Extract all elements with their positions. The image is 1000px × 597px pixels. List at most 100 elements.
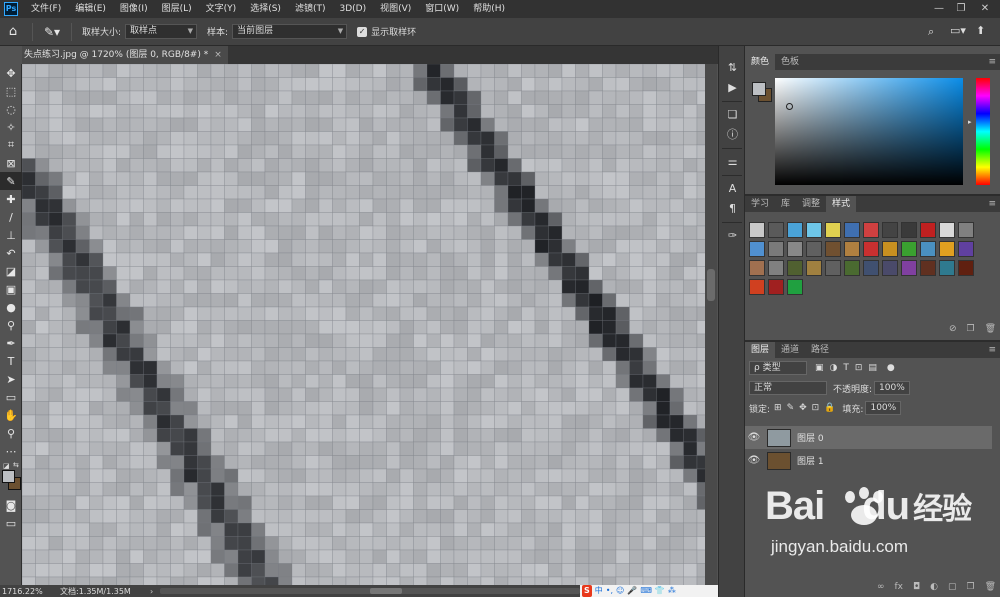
tab-color[interactable]: 颜色: [745, 54, 776, 70]
tab-libraries[interactable]: 库: [775, 196, 796, 212]
clear-style-icon[interactable]: ⊘: [949, 324, 957, 334]
tab-channels[interactable]: 通道: [775, 342, 805, 358]
filter-type-icons[interactable]: ▣◑T⊡▤: [815, 363, 883, 373]
zoom-level[interactable]: 1716.22%: [2, 587, 52, 596]
tab-layers[interactable]: 图层: [745, 342, 776, 358]
delete-style-icon[interactable]: 🗑: [985, 324, 996, 334]
style-swatch[interactable]: [863, 222, 879, 238]
style-swatch[interactable]: [901, 241, 917, 257]
add-mask-icon[interactable]: ◘: [913, 582, 920, 592]
layer-style-icon[interactable]: fx: [894, 582, 903, 592]
new-style-icon[interactable]: ❐: [966, 324, 974, 334]
style-swatch[interactable]: [825, 260, 841, 276]
layer-row[interactable]: 👁 图层 1: [745, 449, 992, 472]
actions-panel-icon[interactable]: ▶: [719, 78, 746, 98]
style-swatch[interactable]: [806, 222, 822, 238]
quick-mask-icon[interactable]: ◙: [0, 496, 22, 514]
style-swatch[interactable]: [844, 260, 860, 276]
tab-paths[interactable]: 路径: [805, 342, 835, 358]
brush-tool-icon[interactable]: /: [0, 208, 22, 226]
default-colors-icon[interactable]: ◪: [3, 462, 10, 470]
sample-dropdown[interactable]: 当前图层 ▼: [232, 24, 348, 39]
style-swatch[interactable]: [749, 279, 765, 295]
character-panel-icon[interactable]: A: [719, 179, 746, 199]
menu-item[interactable]: 帮助(H): [466, 0, 512, 18]
minimize-button[interactable]: —: [928, 0, 950, 18]
adjustment-layer-icon[interactable]: ◐: [930, 582, 938, 592]
lasso-tool-icon[interactable]: ◌: [0, 100, 22, 118]
history-panel-icon[interactable]: ⇅: [719, 58, 746, 78]
menu-item[interactable]: 文件(F): [24, 0, 68, 18]
style-swatch[interactable]: [825, 241, 841, 257]
ime-voice-icon[interactable]: 🎤: [627, 585, 637, 597]
eyedropper-preset-icon[interactable]: ✎▾: [39, 25, 65, 39]
style-swatch[interactable]: [806, 241, 822, 257]
style-swatch[interactable]: [787, 279, 803, 295]
history-brush-tool-icon[interactable]: ↶: [0, 244, 22, 262]
foreground-swatch[interactable]: [752, 82, 766, 96]
panel-menu-icon[interactable]: ≡: [988, 196, 996, 212]
color-field[interactable]: [775, 78, 963, 185]
layer-row[interactable]: 👁 图层 0: [745, 426, 992, 449]
ime-keyboard-icon[interactable]: ⌨: [640, 585, 652, 597]
style-swatch[interactable]: [939, 222, 955, 238]
ime-punctuation-icon[interactable]: •,: [606, 585, 613, 597]
opacity-input[interactable]: 100%: [874, 381, 911, 395]
status-menu-arrow[interactable]: ›: [150, 587, 153, 596]
lock-icons[interactable]: ⊞✎✥⊡🔒: [774, 403, 840, 413]
ime-tools-icon[interactable]: ⁂: [668, 585, 676, 597]
color-swatches[interactable]: ◪ ⇆: [0, 460, 22, 496]
gradient-tool-icon[interactable]: ▣: [0, 280, 22, 298]
style-swatch[interactable]: [844, 222, 860, 238]
hand-tool-icon[interactable]: ✋: [0, 406, 22, 424]
workspace-icon[interactable]: ▭▾: [950, 24, 966, 37]
blend-mode-dropdown[interactable]: 正常: [749, 381, 827, 395]
style-swatch[interactable]: [958, 222, 974, 238]
new-group-icon[interactable]: ▢: [948, 582, 957, 592]
document-canvas[interactable]: [22, 64, 705, 585]
style-swatch[interactable]: [863, 260, 879, 276]
tab-styles[interactable]: 样式: [826, 196, 857, 212]
menu-item[interactable]: 文字(Y): [199, 0, 244, 18]
rectangle-tool-icon[interactable]: ▭: [0, 388, 22, 406]
magic-wand-tool-icon[interactable]: ✧: [0, 118, 22, 136]
brush-settings-icon[interactable]: ⚌: [719, 152, 746, 172]
style-swatch[interactable]: [882, 260, 898, 276]
show-ring-checkbox[interactable]: ✓: [357, 26, 368, 37]
clone-stamp-tool-icon[interactable]: ⊥: [0, 226, 22, 244]
paragraph-panel-icon[interactable]: ¶: [719, 199, 746, 219]
filter-toggle-icon[interactable]: ●: [887, 363, 895, 373]
style-swatch[interactable]: [768, 260, 784, 276]
close-tab-icon[interactable]: ×: [214, 50, 222, 60]
horizontal-scrollbar[interactable]: [160, 588, 580, 594]
tab-learn[interactable]: 学习: [745, 196, 775, 212]
horizontal-scroll-thumb[interactable]: [370, 588, 402, 594]
sample-size-dropdown[interactable]: 取样点 ▼: [125, 24, 198, 39]
type-tool-icon[interactable]: T: [0, 352, 22, 370]
style-swatch[interactable]: [920, 260, 936, 276]
style-swatch[interactable]: [901, 260, 917, 276]
menu-item[interactable]: 滤镜(T): [288, 0, 333, 18]
style-swatch[interactable]: [939, 260, 955, 276]
vertical-scrollbar[interactable]: [705, 64, 717, 585]
menu-item[interactable]: 选择(S): [243, 0, 288, 18]
layer-name[interactable]: 图层 1: [797, 454, 824, 467]
path-selection-tool-icon[interactable]: ➤: [0, 370, 22, 388]
menu-item[interactable]: 窗口(W): [418, 0, 466, 18]
properties-panel-icon[interactable]: ❏: [719, 105, 746, 125]
tool-presets-icon[interactable]: ✑: [719, 226, 746, 246]
ime-chinese-mode[interactable]: 中: [595, 585, 603, 597]
document-tab[interactable]: 失点练习.jpg @ 1720% (图层 0, RGB/8#) * ×: [22, 46, 228, 64]
style-swatch[interactable]: [939, 241, 955, 257]
delete-layer-icon[interactable]: 🗑: [985, 582, 996, 592]
style-swatch[interactable]: [920, 222, 936, 238]
hue-slider[interactable]: [976, 78, 990, 185]
panel-menu-icon[interactable]: ≡: [988, 342, 996, 358]
style-swatch[interactable]: [749, 260, 765, 276]
style-swatch[interactable]: [882, 241, 898, 257]
frame-tool-icon[interactable]: ⊠: [0, 154, 22, 172]
style-swatch[interactable]: [958, 241, 974, 257]
swap-colors-icon[interactable]: ⇆: [13, 461, 19, 469]
search-icon[interactable]: ⌕: [928, 25, 934, 39]
style-swatch[interactable]: [768, 279, 784, 295]
